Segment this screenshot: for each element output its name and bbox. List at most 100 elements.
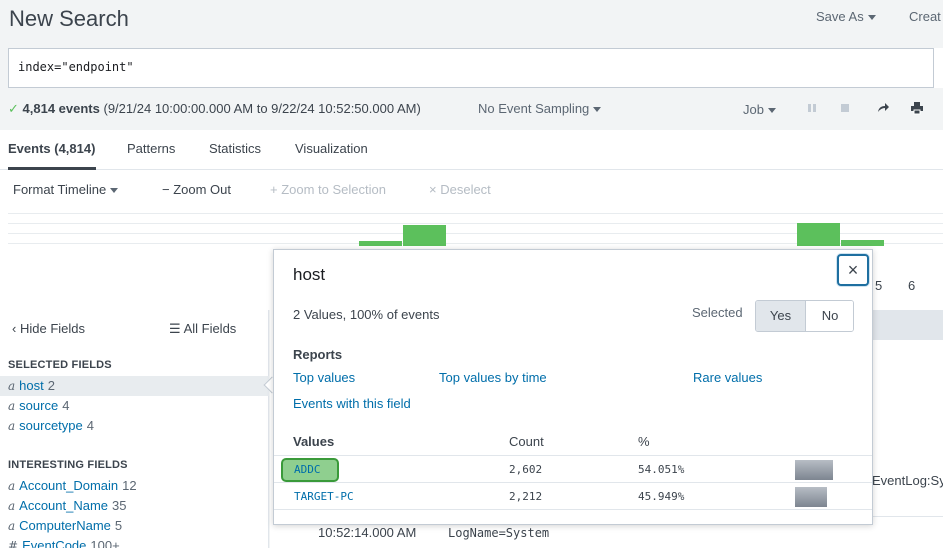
field-name: Account_Name (19, 498, 109, 513)
print-icon[interactable] (910, 101, 924, 115)
chevron-down-icon (110, 188, 119, 194)
event-count-summary: ✓ 4,814 events (9/21/24 10:00:00.000 AM … (8, 101, 421, 117)
timeline-bar[interactable] (403, 225, 446, 246)
field-summary-text: 2 Values, 100% of events (293, 307, 440, 322)
plus-icon: + (270, 182, 278, 197)
reports-heading: Reports (293, 347, 343, 362)
tab-events[interactable]: Events (4,814) (8, 141, 95, 156)
field-source[interactable]: a source 4 (0, 396, 269, 416)
create-menu[interactable]: Creat (909, 9, 941, 24)
all-fields-label: All Fields (183, 321, 237, 336)
field-count: 100+ (90, 538, 120, 548)
event-text: EventLog:Sy (872, 473, 943, 488)
job-label: Job (743, 102, 764, 117)
field-count: 4 (86, 418, 94, 433)
field-name: host (19, 378, 44, 393)
selected-toggle: Yes No (755, 300, 854, 332)
event-text: LogName=System (448, 526, 550, 540)
tab-patterns[interactable]: Patterns (127, 141, 175, 156)
string-type-icon: a (8, 399, 16, 413)
tab-visualization[interactable]: Visualization (295, 141, 368, 156)
chevron-down-icon (593, 107, 602, 113)
list-icon: ☰ (169, 321, 181, 336)
event-count: 4,814 events (22, 101, 100, 116)
rare-values-link[interactable]: Rare values (693, 370, 762, 385)
selected-no-button[interactable]: No (806, 301, 853, 331)
field-account-domain[interactable]: a Account_Domain 12 (0, 476, 269, 496)
field-count: 4 (62, 398, 70, 413)
zoom-to-selection-label: Zoom to Selection (281, 182, 386, 197)
field-name: source (19, 398, 59, 413)
selected-fields-heading: SELECTED FIELDS (8, 359, 112, 371)
value-count: 2,212 (509, 490, 543, 503)
top-values-link[interactable]: Top values (293, 370, 355, 385)
deselect-button[interactable]: × Deselect (429, 182, 491, 197)
search-query-text: index="endpoint" (18, 60, 134, 74)
field-account-name[interactable]: a Account_Name 35 (0, 496, 269, 516)
field-eventcode[interactable]: # EventCode 100+ (0, 536, 269, 548)
number-type-icon: # (8, 539, 19, 548)
timeline-bar[interactable] (841, 240, 884, 246)
timeline-tick-label: 6 (908, 278, 916, 293)
stop-icon[interactable] (838, 101, 852, 115)
selected-yes-button[interactable]: Yes (756, 301, 806, 331)
column-count: Count (509, 434, 544, 449)
deselect-label: Deselect (440, 182, 491, 197)
zoom-to-selection-button[interactable]: + Zoom to Selection (270, 182, 386, 197)
value-count: 2,602 (509, 463, 543, 476)
close-icon: × (847, 260, 859, 280)
field-count: 12 (122, 478, 137, 493)
popover-title: host (293, 265, 326, 284)
zoom-out-label: Zoom Out (173, 182, 232, 197)
percent-bar (795, 460, 833, 480)
events-with-field-link[interactable]: Events with this field (293, 396, 411, 411)
selected-label: Selected (692, 305, 743, 320)
string-type-icon: a (8, 419, 16, 433)
search-status-row: ✓ 4,814 events (9/21/24 10:00:00.000 AM … (0, 96, 943, 122)
top-values-by-time-link[interactable]: Top values by time (439, 370, 547, 385)
string-type-icon: a (8, 519, 16, 533)
string-type-icon: a (8, 379, 16, 393)
value-link[interactable]: TARGET-PC (294, 490, 354, 503)
table-row: TARGET-PC 2,212 45.949% (274, 483, 872, 510)
event-sampling-label: No Event Sampling (478, 101, 590, 116)
event-sampling-dropdown[interactable]: No Event Sampling (478, 101, 602, 116)
zoom-out-button[interactable]: − Zoom Out (162, 182, 231, 197)
hide-fields-button[interactable]: ‹ Hide Fields (12, 321, 85, 336)
field-name: sourcetype (19, 418, 83, 433)
value-link[interactable]: ADDC (294, 463, 321, 476)
time-range: (9/21/24 10:00:00.000 AM to 9/22/24 10:5… (103, 101, 421, 116)
chevron-down-icon (767, 108, 776, 114)
timeline-bar[interactable] (797, 223, 840, 246)
job-menu[interactable]: Job (743, 102, 776, 117)
field-count: 5 (114, 518, 123, 533)
string-type-icon: a (8, 479, 16, 493)
save-as-menu[interactable]: Save As (816, 9, 876, 24)
share-icon[interactable] (876, 101, 890, 115)
close-button[interactable]: × (837, 254, 869, 286)
timeline-gridline (8, 213, 943, 214)
chevron-down-icon (867, 15, 876, 21)
search-input-scrollbar[interactable] (933, 48, 943, 88)
hide-fields-label: Hide Fields (19, 321, 85, 336)
fields-sidebar: ‹ Hide Fields ☰ All Fields SELECTED FIEL… (0, 310, 269, 548)
tab-statistics[interactable]: Statistics (209, 141, 261, 156)
values-table-header: Values Count % (274, 428, 872, 456)
field-computername[interactable]: a ComputerName 5 (0, 516, 269, 536)
format-timeline-menu[interactable]: Format Timeline (13, 182, 119, 197)
field-name: ComputerName (19, 518, 111, 533)
page-title: New Search (9, 6, 129, 31)
pause-icon[interactable] (805, 101, 819, 115)
field-count: 35 (112, 498, 127, 513)
timeline-bar[interactable] (359, 241, 402, 246)
field-host[interactable]: a host 2 (0, 376, 269, 396)
all-fields-button[interactable]: ☰ All Fields (169, 321, 236, 337)
field-count: 2 (47, 378, 55, 393)
value-percent: 45.949% (638, 490, 685, 503)
field-name: EventCode (22, 538, 87, 548)
field-sourcetype[interactable]: a sourcetype 4 (0, 416, 269, 436)
value-percent: 54.051% (638, 463, 685, 476)
string-type-icon: a (8, 499, 16, 513)
search-input[interactable]: index="endpoint" (8, 48, 934, 88)
interesting-fields-heading: INTERESTING FIELDS (8, 459, 128, 471)
